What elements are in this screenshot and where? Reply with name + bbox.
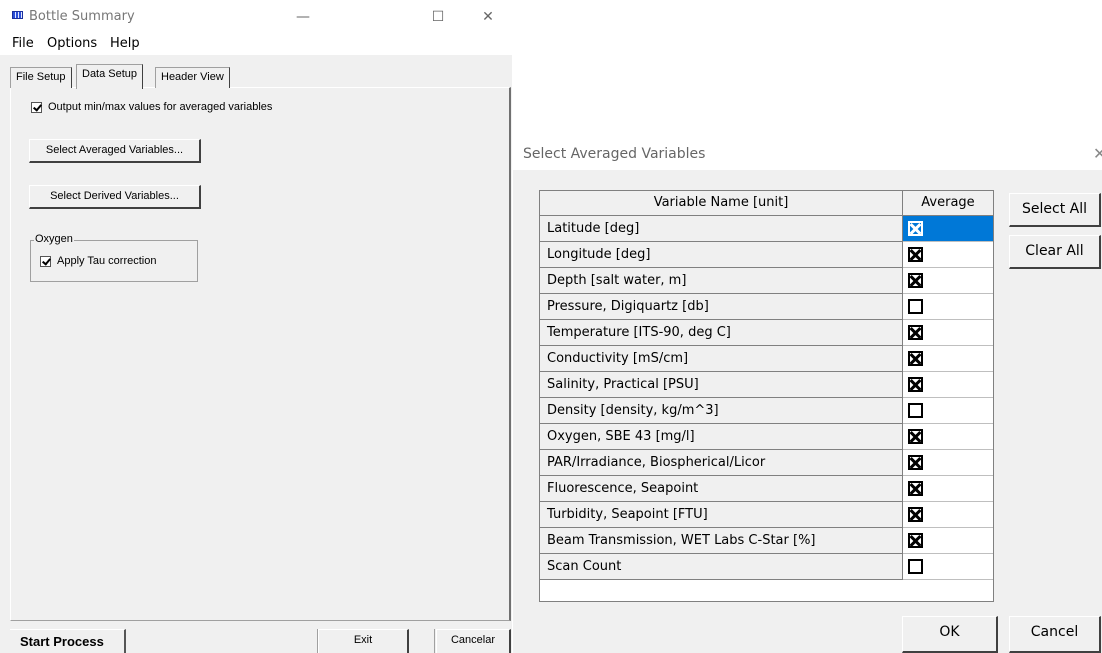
- menu-bar: File Options Help: [0, 33, 512, 55]
- variable-name-cell[interactable]: Turbidity, Seapoint [FTU]: [540, 502, 903, 528]
- tau-correction-label: Apply Tau correction: [57, 255, 157, 267]
- table-row[interactable]: Depth [salt water, m]: [540, 268, 993, 294]
- maximize-button[interactable]: ☐: [423, 4, 453, 30]
- column-header-variable-name[interactable]: Variable Name [unit]: [540, 191, 903, 216]
- average-checkbox[interactable]: [908, 429, 923, 444]
- average-cell[interactable]: [903, 242, 993, 268]
- tab-file-setup[interactable]: File Setup: [10, 67, 72, 88]
- dialog-close-icon[interactable]: ✕: [1093, 144, 1102, 163]
- variable-name-cell[interactable]: Temperature [ITS-90, deg C]: [540, 320, 903, 346]
- average-checkbox[interactable]: [908, 247, 923, 262]
- table-row[interactable]: PAR/Irradiance, Biospherical/Licor: [540, 450, 993, 476]
- menu-options[interactable]: Options: [47, 36, 97, 51]
- average-cell[interactable]: [903, 320, 993, 346]
- title-bar: Bottle Summary — ☐ ✕: [0, 0, 512, 33]
- app-icon: [12, 11, 23, 19]
- variable-name-cell[interactable]: Salinity, Practical [PSU]: [540, 372, 903, 398]
- variables-grid: Variable Name [unit] Average Latitude [d…: [539, 190, 994, 602]
- output-minmax-option[interactable]: Output min/max values for averaged varia…: [31, 101, 272, 113]
- variable-name-cell[interactable]: PAR/Irradiance, Biospherical/Licor: [540, 450, 903, 476]
- table-row[interactable]: Latitude [deg]: [540, 216, 993, 242]
- average-cell[interactable]: [903, 216, 993, 242]
- average-checkbox[interactable]: [908, 559, 923, 574]
- column-header-average[interactable]: Average: [903, 191, 993, 216]
- variable-name-cell[interactable]: Oxygen, SBE 43 [mg/l]: [540, 424, 903, 450]
- average-cell[interactable]: [903, 398, 993, 424]
- table-row[interactable]: Longitude [deg]: [540, 242, 993, 268]
- table-row[interactable]: Fluorescence, Seapoint: [540, 476, 993, 502]
- table-row[interactable]: Turbidity, Seapoint [FTU]: [540, 502, 993, 528]
- average-cell[interactable]: [903, 268, 993, 294]
- exit-button[interactable]: Exit: [318, 629, 409, 653]
- average-checkbox[interactable]: [908, 533, 923, 548]
- window-title: Bottle Summary: [29, 9, 135, 24]
- bottle-summary-window: Bottle Summary — ☐ ✕ File Options Help F…: [0, 0, 512, 653]
- minimize-button[interactable]: —: [288, 4, 318, 30]
- table-row[interactable]: Oxygen, SBE 43 [mg/l]: [540, 424, 993, 450]
- ok-button[interactable]: OK: [902, 616, 998, 653]
- average-checkbox[interactable]: [908, 325, 923, 340]
- table-row[interactable]: Beam Transmission, WET Labs C-Star [%]: [540, 528, 993, 554]
- select-averaged-variables-button[interactable]: Select Averaged Variables...: [29, 139, 201, 163]
- cancel-button[interactable]: Cancel: [1009, 616, 1101, 653]
- tab-data-setup[interactable]: Data Setup: [76, 64, 144, 89]
- average-checkbox[interactable]: [908, 273, 923, 288]
- cancelar-button[interactable]: Cancelar: [436, 629, 511, 653]
- clear-all-button[interactable]: Clear All: [1009, 235, 1101, 269]
- average-cell[interactable]: [903, 294, 993, 320]
- average-cell[interactable]: [903, 502, 993, 528]
- tab-panel: [10, 87, 511, 621]
- average-checkbox[interactable]: [908, 403, 923, 418]
- tab-header-view[interactable]: Header View: [155, 67, 230, 88]
- dialog-title: Select Averaged Variables: [523, 146, 706, 162]
- average-checkbox[interactable]: [908, 507, 923, 522]
- average-cell[interactable]: [903, 528, 993, 554]
- average-cell[interactable]: [903, 476, 993, 502]
- variable-name-cell[interactable]: Density [density, kg/m^3]: [540, 398, 903, 424]
- output-minmax-checkbox[interactable]: [31, 101, 42, 113]
- variable-name-cell[interactable]: Beam Transmission, WET Labs C-Star [%]: [540, 528, 903, 554]
- select-all-button[interactable]: Select All: [1009, 193, 1101, 227]
- table-row[interactable]: Temperature [ITS-90, deg C]: [540, 320, 993, 346]
- average-checkbox[interactable]: [908, 481, 923, 496]
- close-button[interactable]: ✕: [473, 4, 503, 30]
- average-cell[interactable]: [903, 424, 993, 450]
- table-row[interactable]: Salinity, Practical [PSU]: [540, 372, 993, 398]
- output-minmax-label: Output min/max values for averaged varia…: [48, 101, 273, 113]
- status-separator: [434, 629, 435, 653]
- variable-name-cell[interactable]: Longitude [deg]: [540, 242, 903, 268]
- average-cell[interactable]: [903, 450, 993, 476]
- table-row[interactable]: Density [density, kg/m^3]: [540, 398, 993, 424]
- menu-file[interactable]: File: [12, 36, 34, 51]
- average-cell[interactable]: [903, 372, 993, 398]
- variable-name-cell[interactable]: Conductivity [mS/cm]: [540, 346, 903, 372]
- table-row[interactable]: Conductivity [mS/cm]: [540, 346, 993, 372]
- average-cell[interactable]: [903, 346, 993, 372]
- average-checkbox[interactable]: [908, 351, 923, 366]
- average-checkbox[interactable]: [908, 221, 923, 236]
- oxygen-group-label: Oxygen: [34, 233, 74, 245]
- status-label: Start Process: [10, 629, 126, 653]
- table-row[interactable]: Scan Count: [540, 554, 993, 580]
- variable-name-cell[interactable]: Latitude [deg]: [540, 216, 903, 242]
- tau-correction-checkbox[interactable]: [40, 255, 51, 267]
- variable-name-cell[interactable]: Pressure, Digiquartz [db]: [540, 294, 903, 320]
- average-checkbox[interactable]: [908, 299, 923, 314]
- average-cell[interactable]: [903, 554, 993, 580]
- select-derived-variables-button[interactable]: Select Derived Variables...: [29, 185, 201, 209]
- average-checkbox[interactable]: [908, 455, 923, 470]
- table-row[interactable]: Pressure, Digiquartz [db]: [540, 294, 993, 320]
- average-checkbox[interactable]: [908, 377, 923, 392]
- grid-header: Variable Name [unit] Average: [540, 191, 993, 216]
- tau-correction-option[interactable]: Apply Tau correction: [40, 255, 156, 267]
- menu-help[interactable]: Help: [110, 36, 140, 51]
- variable-name-cell[interactable]: Scan Count: [540, 554, 903, 580]
- variable-name-cell[interactable]: Depth [salt water, m]: [540, 268, 903, 294]
- variable-name-cell[interactable]: Fluorescence, Seapoint: [540, 476, 903, 502]
